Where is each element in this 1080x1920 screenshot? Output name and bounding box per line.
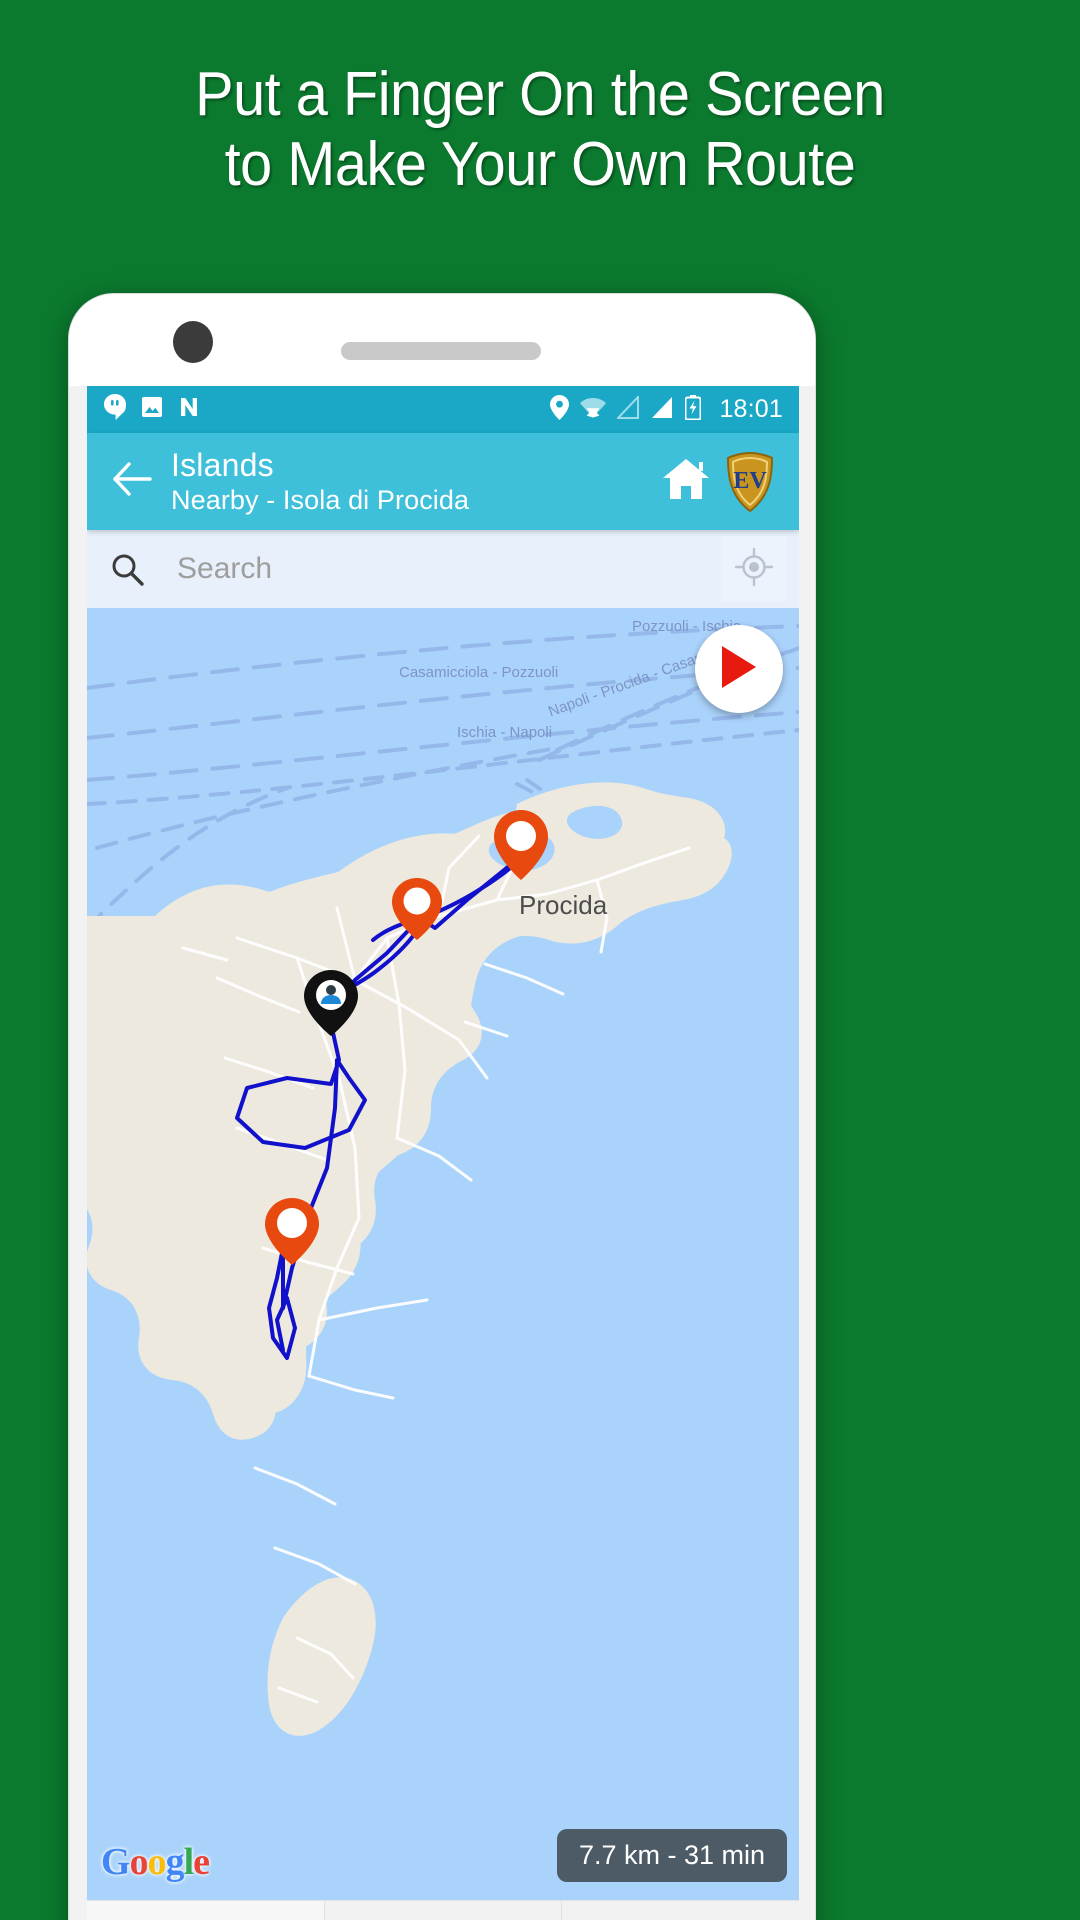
search-bar [87,530,799,608]
map-place-label: Procida [519,890,608,920]
distance-duration-badge: 7.7 km - 31 min [556,1829,787,1882]
google-letter-g2: g [165,1841,185,1883]
google-letter-l: l [183,1841,195,1883]
app-bar: Islands Nearby - Isola di Procida EV [87,433,799,530]
app-bar-titles: Islands Nearby - Isola di Procida [171,447,653,517]
signal-empty-icon [616,394,640,424]
page-title: Islands [171,446,274,483]
phone-mockup: 18:01 Islands Nearby - Isola di Procida [68,293,816,1920]
location-pin-icon [550,394,570,425]
home-button[interactable] [653,456,719,507]
promo-headline: Put a Finger On the Screen to Make Your … [0,60,1080,200]
home-icon [661,456,711,507]
status-bar: 18:01 [87,386,799,433]
photos-icon [140,395,164,424]
map-marker-south[interactable] [263,1196,321,1273]
draw-shape-button[interactable]: Draw Shape [324,1901,563,1920]
search-input[interactable] [165,552,721,586]
map-marker-center[interactable] [390,876,444,947]
bottom-action-bar: Reset Draw Shape Select Marker [87,1900,799,1920]
google-letter-o1: o [129,1841,149,1883]
n-app-icon [177,395,201,424]
battery-charging-icon [684,394,702,425]
play-triangle-icon [718,644,760,695]
my-location-crosshair-icon [734,547,774,592]
hangouts-icon [103,394,127,425]
select-marker-button[interactable]: Select Marker [562,1901,799,1920]
google-letter-o2: o [147,1841,167,1883]
google-attribution: Google [101,1840,210,1884]
ferry-label: Casamicciola - Pozzuoli [399,664,559,681]
status-bar-left-icons [103,394,201,425]
phone-camera [173,321,213,363]
google-letter-e: e [193,1841,210,1883]
map-canvas [87,608,799,1900]
page-subtitle: Nearby - Isola di Procida [171,484,470,515]
back-button[interactable] [105,462,161,501]
ev-shield-logo[interactable]: EV [719,451,781,512]
my-location-button[interactable] [721,536,787,602]
map-marker-north[interactable] [491,808,551,887]
map-marker-user[interactable] [302,968,360,1043]
reset-button[interactable]: Reset [87,1901,325,1920]
google-letter-g: G [101,1841,131,1883]
back-arrow-icon [112,462,154,501]
map-view[interactable]: Pozzuoli - Ischia Casamicciola - Pozzuol… [87,608,799,1900]
play-route-button[interactable] [695,625,783,713]
signal-full-icon [651,396,674,424]
promo-headline-line-1: Put a Finger On the Screen [195,60,885,129]
search-icon [109,551,165,587]
wifi-icon [580,396,607,423]
ferry-label: Ischia - Napoli [457,724,553,741]
promo-headline-line-2: to Make Your Own Route [224,130,856,199]
phone-screen: 18:01 Islands Nearby - Isola di Procida [87,386,799,1920]
status-bar-clock: 18:01 [719,395,783,423]
status-bar-right-icons: 18:01 [550,394,783,425]
svg-text:EV: EV [733,468,767,494]
phone-speaker [341,342,541,360]
